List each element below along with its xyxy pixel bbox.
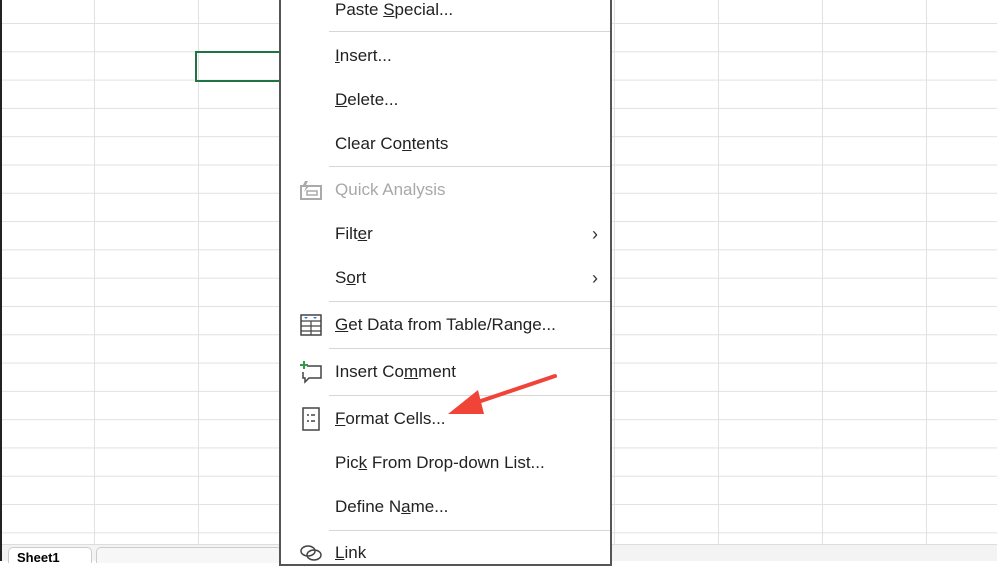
annotation-arrow-icon <box>448 374 557 414</box>
